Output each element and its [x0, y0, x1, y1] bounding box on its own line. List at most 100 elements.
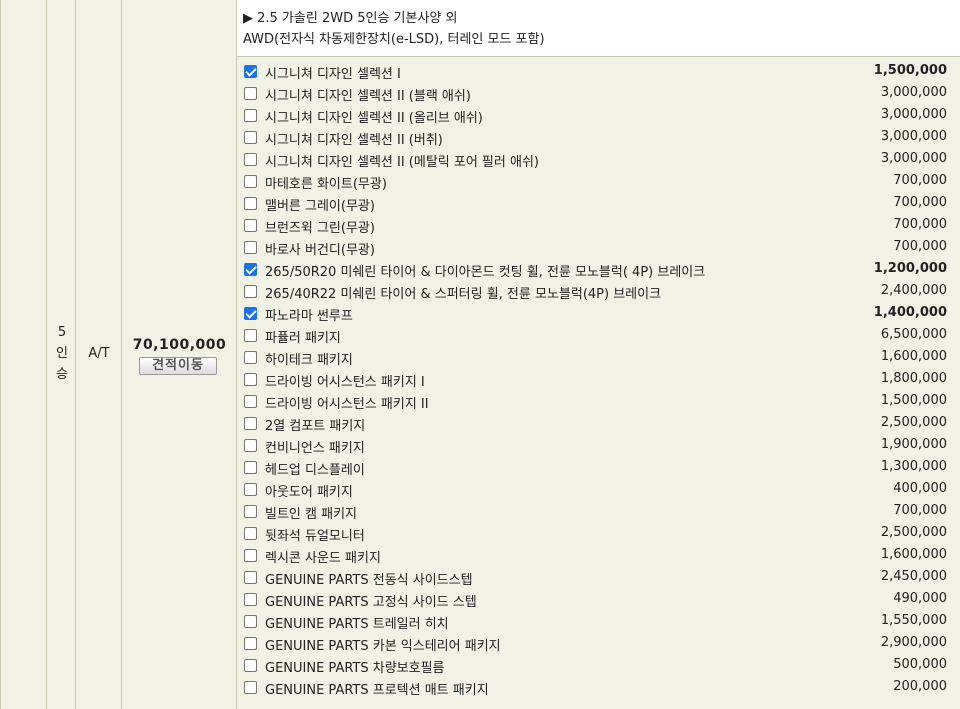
option-name: GENUINE PARTS 전동식 사이드스텝 — [265, 573, 473, 588]
option-checkbox[interactable] — [244, 373, 257, 386]
option-row[interactable]: GENUINE PARTS 차량보호필름 500,000 — [237, 655, 960, 677]
option-checkbox[interactable] — [244, 461, 257, 474]
option-name: 드라이빙 어시스턴스 패키지 I — [265, 375, 425, 390]
option-checkbox[interactable] — [244, 637, 257, 650]
trim-row: 5 인 승 A/T 70,100,000 견적이동 ▶ 2.5 가솔린 2WD … — [0, 0, 960, 709]
spec-description: ▶ 2.5 가솔린 2WD 5인승 기본사양 외 AWD(전자식 차동제한장치(… — [237, 0, 960, 57]
option-row[interactable]: 2열 컴포트 패키지 2,500,000 — [237, 413, 960, 435]
option-checkbox[interactable] — [244, 593, 257, 606]
option-row[interactable]: GENUINE PARTS 프로텍션 매트 패키지 200,000 — [237, 677, 960, 699]
option-price: 3,000,000 — [880, 129, 947, 144]
option-name: 시그니쳐 디자인 셀렉션 II (올리브 애쉬) — [265, 111, 483, 126]
option-name: 브런즈윅 그린(무광) — [265, 221, 375, 236]
option-name: 하이테크 패키지 — [265, 353, 353, 368]
option-price: 1,200,000 — [873, 261, 947, 276]
option-name: 시그니쳐 디자인 셀렉션 II (메탈릭 포어 필러 애쉬) — [265, 155, 539, 170]
option-checkbox[interactable] — [244, 395, 257, 408]
option-checkbox[interactable] — [244, 417, 257, 430]
option-row[interactable]: GENUINE PARTS 전동식 사이드스텝 2,450,000 — [237, 567, 960, 589]
seat-char: 승 — [56, 367, 68, 382]
option-checkbox[interactable] — [244, 65, 257, 78]
option-row[interactable]: 헤드업 디스플레이 1,300,000 — [237, 457, 960, 479]
option-price: 400,000 — [893, 481, 947, 496]
option-row[interactable]: 맬버른 그레이(무광) 700,000 — [237, 193, 960, 215]
option-checkbox[interactable] — [244, 263, 257, 276]
option-checkbox[interactable] — [244, 175, 257, 188]
option-name: 파노라마 썬루프 — [265, 309, 353, 324]
option-checkbox[interactable] — [244, 219, 257, 232]
transmission-label: A/T — [88, 346, 110, 361]
option-price: 500,000 — [893, 657, 947, 672]
option-row[interactable]: 파퓰러 패키지 6,500,000 — [237, 325, 960, 347]
option-checkbox[interactable] — [244, 681, 257, 694]
option-price: 1,400,000 — [873, 305, 947, 320]
option-row[interactable]: 컨비니언스 패키지 1,900,000 — [237, 435, 960, 457]
option-row[interactable]: GENUINE PARTS 카본 익스테리어 패키지 2,900,000 — [237, 633, 960, 655]
option-checkbox[interactable] — [244, 505, 257, 518]
option-checkbox[interactable] — [244, 131, 257, 144]
option-price: 1,600,000 — [880, 349, 947, 364]
option-row[interactable]: GENUINE PARTS 고정식 사이드 스텝 490,000 — [237, 589, 960, 611]
option-list: 시그니쳐 디자인 셀렉션 I 1,500,000 시그니쳐 디자인 셀렉션 II (… — [237, 57, 960, 709]
spec-line-1: ▶ 2.5 가솔린 2WD 5인승 기본사양 외 — [243, 11, 458, 26]
option-row[interactable]: 시그니쳐 디자인 셀렉션 II (올리브 애쉬) 3,000,000 — [237, 105, 960, 127]
option-checkbox[interactable] — [244, 153, 257, 166]
option-row[interactable]: 265/50R20 미쉐린 타이어 & 다이아몬드 컷팅 휠, 전륜 모노블럭(… — [237, 259, 960, 281]
option-price: 700,000 — [893, 239, 947, 254]
option-name: 드라이빙 어시스턴스 패키지 II — [265, 397, 429, 412]
option-price: 3,000,000 — [880, 151, 947, 166]
option-row[interactable]: 하이테크 패키지 1,600,000 — [237, 347, 960, 369]
option-checkbox[interactable] — [244, 571, 257, 584]
option-row[interactable]: 시그니쳐 디자인 셀렉션 II (블랙 애쉬) 3,000,000 — [237, 83, 960, 105]
option-price: 700,000 — [893, 173, 947, 188]
option-price: 700,000 — [893, 195, 947, 210]
option-row[interactable]: 265/40R22 미쉐린 타이어 & 스퍼터링 휠, 전륜 모노블럭(4P) … — [237, 281, 960, 303]
option-checkbox[interactable] — [244, 351, 257, 364]
blank-column — [0, 0, 47, 709]
option-checkbox[interactable] — [244, 329, 257, 342]
option-checkbox[interactable] — [244, 109, 257, 122]
option-name: GENUINE PARTS 트레일러 히치 — [265, 617, 449, 632]
option-checkbox[interactable] — [244, 527, 257, 540]
option-checkbox[interactable] — [244, 659, 257, 672]
option-name: GENUINE PARTS 고정식 사이드 스텝 — [265, 595, 477, 610]
quote-move-button[interactable]: 견적이동 — [139, 357, 217, 375]
option-name: 렉시콘 사운드 패키지 — [265, 551, 381, 566]
option-row[interactable]: 시그니쳐 디자인 셀렉션 I 1,500,000 — [237, 61, 960, 83]
option-row[interactable]: 아웃도어 패키지 400,000 — [237, 479, 960, 501]
option-price: 2,500,000 — [880, 525, 947, 540]
option-checkbox[interactable] — [244, 307, 257, 320]
option-row[interactable]: 드라이빙 어시스턴스 패키지 II 1,500,000 — [237, 391, 960, 413]
option-price: 3,000,000 — [880, 107, 947, 122]
option-price: 1,500,000 — [873, 63, 947, 78]
option-checkbox[interactable] — [244, 197, 257, 210]
option-row[interactable]: 파노라마 썬루프 1,400,000 — [237, 303, 960, 325]
option-price: 2,900,000 — [880, 635, 947, 650]
option-name: 마테호른 화이트(무광) — [265, 177, 387, 192]
option-row[interactable]: 마테호른 화이트(무광) 700,000 — [237, 171, 960, 193]
option-price: 2,400,000 — [880, 283, 947, 298]
option-checkbox[interactable] — [244, 615, 257, 628]
option-row[interactable]: 빌트인 캠 패키지 700,000 — [237, 501, 960, 523]
option-row[interactable]: 뒷좌석 듀얼모니터 2,500,000 — [237, 523, 960, 545]
option-row[interactable]: 시그니쳐 디자인 셀렉션 II (메탈릭 포어 필러 애쉬) 3,000,000 — [237, 149, 960, 171]
option-checkbox[interactable] — [244, 439, 257, 452]
option-row[interactable]: 시그니쳐 디자인 셀렉션 II (버취) 3,000,000 — [237, 127, 960, 149]
option-checkbox[interactable] — [244, 285, 257, 298]
option-row[interactable]: 드라이빙 어시스턴스 패키지 I 1,800,000 — [237, 369, 960, 391]
option-price: 2,500,000 — [880, 415, 947, 430]
option-checkbox[interactable] — [244, 87, 257, 100]
option-name: 시그니쳐 디자인 셀렉션 II (버취) — [265, 133, 443, 148]
option-name: 시그니쳐 디자인 셀렉션 I — [265, 67, 401, 82]
option-row[interactable]: 바로사 버건디(무광) 700,000 — [237, 237, 960, 259]
option-name: 헤드업 디스플레이 — [265, 463, 365, 478]
option-row[interactable]: 렉시콘 사운드 패키지 1,600,000 — [237, 545, 960, 567]
option-checkbox[interactable] — [244, 549, 257, 562]
option-price: 1,550,000 — [880, 613, 947, 628]
price-column — [122, 0, 237, 709]
option-row[interactable]: GENUINE PARTS 트레일러 히치 1,550,000 — [237, 611, 960, 633]
option-checkbox[interactable] — [244, 241, 257, 254]
option-row[interactable]: 브런즈윅 그린(무광) 700,000 — [237, 215, 960, 237]
option-checkbox[interactable] — [244, 483, 257, 496]
option-name: 265/50R20 미쉐린 타이어 & 다이아몬드 컷팅 휠, 전륜 모노블럭(… — [265, 265, 706, 280]
